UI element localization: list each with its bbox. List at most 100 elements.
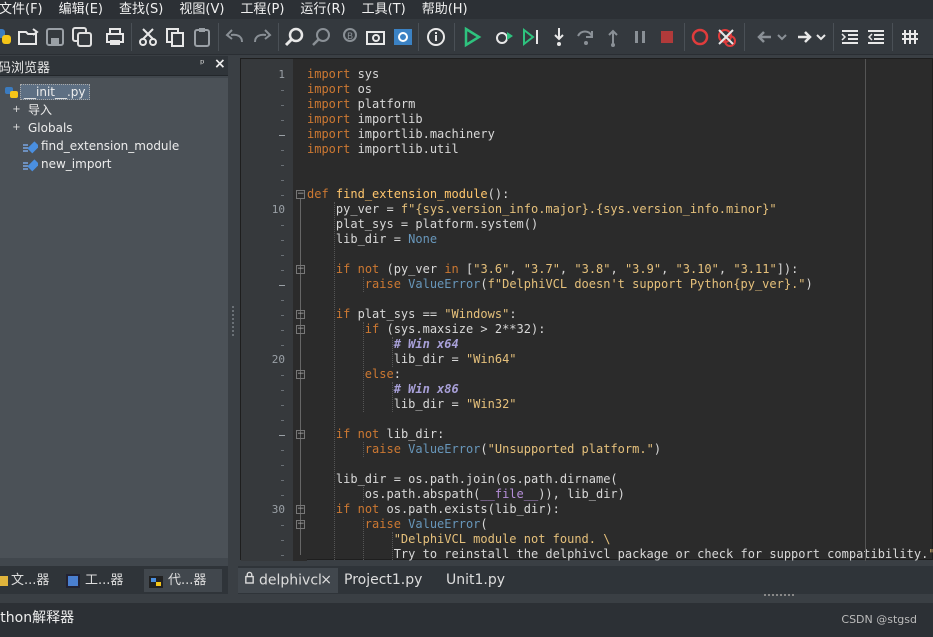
python-icon[interactable]: [0, 25, 16, 49]
indent-guide: [391, 532, 393, 561]
search-highlight-icon[interactable]: [391, 25, 415, 49]
line-tick: [281, 540, 284, 541]
code-explorer-icon: [148, 574, 164, 588]
menu-help[interactable]: 帮助(H): [414, 0, 476, 19]
menu-edit[interactable]: 编辑(E): [51, 0, 111, 19]
code-line: raise ValueError("Unsupported platform."…: [364, 442, 662, 456]
menu-view[interactable]: 视图(V): [171, 0, 232, 19]
tab-label: delphivcl: [259, 572, 322, 589]
tab-file-explorer[interactable]: 文...器: [0, 569, 56, 592]
pin-icon[interactable]: ᵖ: [200, 57, 205, 70]
save-icon[interactable]: [43, 25, 67, 49]
step-into-icon[interactable]: [547, 25, 571, 49]
menu-tools[interactable]: 工具(T): [354, 0, 414, 19]
panel-title-bar: 码浏览器 ᵖ ×: [0, 56, 228, 76]
info-icon[interactable]: [424, 25, 448, 49]
line-tick: [281, 150, 284, 151]
tree-node-label: new_import: [41, 157, 112, 171]
line-tick: [281, 420, 284, 421]
replace-icon[interactable]: B: [337, 25, 361, 49]
copy-icon[interactable]: [163, 25, 187, 49]
tree-node-imports[interactable]: 导入: [25, 101, 55, 119]
fold-toggle[interactable]: −: [296, 190, 305, 199]
line-tick: [281, 315, 284, 316]
indent-icon[interactable]: [838, 25, 862, 49]
line-tick: [281, 180, 284, 181]
editor-tabs: delphivcl × Project1.py Unit1.py: [238, 566, 933, 594]
tab-unit1[interactable]: Unit1.py: [446, 568, 526, 593]
find-replace-icon[interactable]: [310, 25, 334, 49]
find-in-files-icon[interactable]: [364, 25, 388, 49]
code-line: lib_dir = os.path.join(os.path.dirname(: [307, 472, 618, 486]
fold-toggle[interactable]: −: [296, 310, 305, 319]
fold-toggle[interactable]: −: [296, 265, 305, 274]
function-icon: [22, 140, 40, 154]
line-tick: [281, 105, 284, 106]
panel-splitter[interactable]: [228, 56, 238, 594]
expand-imports-icon[interactable]: +: [12, 105, 21, 115]
find-icon[interactable]: [283, 25, 307, 49]
tree-node-label: Globals: [28, 121, 73, 135]
breakpoint-icon[interactable]: [688, 25, 712, 49]
fold-toggle[interactable]: −: [296, 505, 305, 514]
code-line: lib_dir = "Win32": [307, 397, 517, 411]
fold-toggle[interactable]: −: [296, 325, 305, 334]
project-icon: [66, 573, 80, 588]
open-icon[interactable]: [16, 25, 40, 49]
editor-area[interactable]: 1 10 20 30 − − − − − − − − import sys import os impo…: [240, 58, 933, 561]
line-tick: [281, 195, 284, 196]
print-icon[interactable]: [103, 25, 127, 49]
code-text[interactable]: import sys import os import platform import…: [307, 59, 933, 561]
fold-line: [300, 529, 301, 555]
tab-label: 代...器: [168, 573, 207, 588]
fold-line: [300, 379, 301, 405]
menu-search[interactable]: 查找(S): [111, 0, 171, 19]
stop-icon[interactable]: [655, 25, 679, 49]
line-tick: [281, 450, 284, 451]
tree-node-function[interactable]: new_import: [22, 155, 114, 173]
indent-guide: [391, 382, 393, 412]
tab-code-explorer[interactable]: 代...器: [144, 569, 222, 592]
tab-project-explorer[interactable]: 工...器: [66, 569, 136, 592]
unindent-icon[interactable]: [864, 25, 888, 49]
clear-breakpoints-icon[interactable]: [714, 25, 738, 49]
grid-icon[interactable]: [898, 25, 922, 49]
fold-toggle[interactable]: −: [296, 430, 305, 439]
line-tick: [281, 495, 284, 496]
back-dropdown-icon[interactable]: [774, 25, 790, 49]
save-all-icon[interactable]: [70, 25, 94, 49]
debug-icon[interactable]: [492, 25, 516, 49]
line-tick: [281, 465, 284, 466]
run-to-cursor-icon[interactable]: [519, 25, 543, 49]
forward-dropdown-icon[interactable]: [813, 25, 829, 49]
undo-icon[interactable]: [223, 25, 247, 49]
pause-icon[interactable]: [628, 25, 652, 49]
cut-icon[interactable]: [136, 25, 160, 49]
redo-icon[interactable]: [250, 25, 274, 49]
line-number-gutter: 1 10 20 30: [241, 59, 293, 561]
fold-toggle[interactable]: −: [296, 520, 305, 529]
step-out-icon[interactable]: [601, 25, 625, 49]
interpreter-panel-title[interactable]: ython解释器: [0, 607, 74, 627]
close-panel-icon[interactable]: ×: [214, 56, 226, 72]
toolbar: B: [0, 19, 933, 55]
tab-delphivcl[interactable]: delphivcl ×: [238, 568, 338, 593]
menu-file[interactable]: 文件(F): [0, 0, 51, 19]
code-line: import importlib.machinery: [307, 127, 495, 141]
fold-toggle[interactable]: −: [296, 370, 305, 379]
expand-globals-icon[interactable]: +: [12, 123, 21, 133]
tree-node-function[interactable]: find_extension_module: [22, 137, 182, 155]
paste-icon[interactable]: [190, 25, 214, 49]
tree-node-module[interactable]: __init__.py: [4, 83, 90, 101]
tab-project1[interactable]: Project1.py: [344, 568, 434, 593]
panel-resize-grip[interactable]: [764, 594, 794, 600]
code-line: os.path.abspath(__file__)), lib_dir): [307, 487, 625, 501]
menu-run[interactable]: 运行(R): [292, 0, 353, 19]
step-over-icon[interactable]: [574, 25, 598, 49]
tree-node-globals[interactable]: Globals: [25, 119, 76, 137]
line-number: 20: [271, 353, 285, 366]
run-icon[interactable]: [460, 25, 484, 49]
menu-project[interactable]: 工程(P): [232, 0, 292, 19]
close-tab-icon[interactable]: ×: [320, 568, 332, 593]
line-tick: [281, 300, 284, 301]
